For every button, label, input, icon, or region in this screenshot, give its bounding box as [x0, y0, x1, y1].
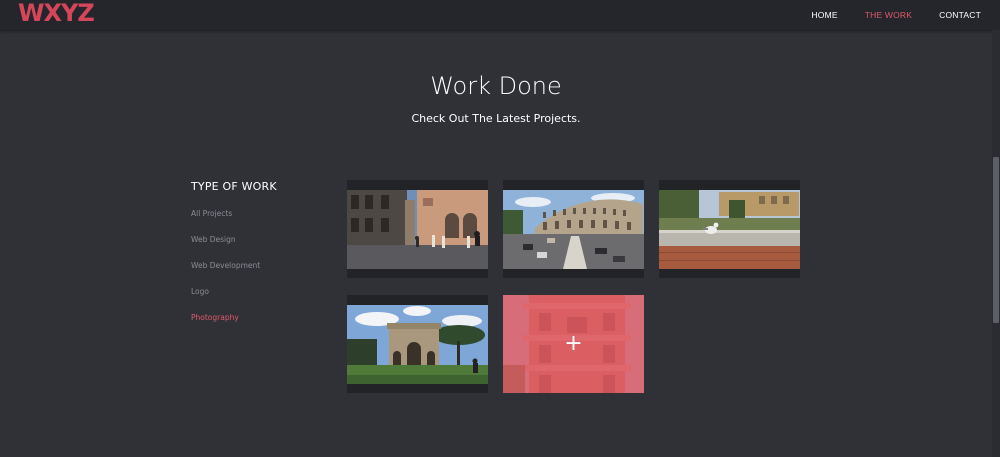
arch-of-constantine-photo [347, 305, 488, 384]
top-navbar: WXYZ HOME THE WORK CONTACT [0, 0, 1000, 30]
filter-list: All Projects Web Design Web Development … [191, 209, 260, 339]
gallery-item-arch[interactable] [347, 295, 488, 393]
nav-contact[interactable]: CONTACT [939, 10, 981, 20]
logo-text: WXYZ [18, 0, 95, 27]
page-title: Work Done [430, 72, 562, 100]
gallery-item-street-plaza[interactable] [347, 180, 488, 278]
filter-all-projects[interactable]: All Projects [191, 209, 260, 235]
plus-icon[interactable]: + [564, 333, 582, 355]
nav-home[interactable]: HOME [811, 10, 837, 20]
colosseum-photo [503, 190, 644, 269]
hover-overlay[interactable]: + [503, 295, 644, 393]
filter-logo[interactable]: Logo [191, 287, 260, 313]
gallery-item-colosseum[interactable] [503, 180, 644, 278]
filter-heading: TYPE OF WORK [191, 180, 277, 193]
main-nav: HOME THE WORK CONTACT [784, 0, 981, 30]
filter-web-development[interactable]: Web Development [191, 261, 260, 287]
street-plaza-photo [347, 190, 488, 269]
scrollbar-thumb[interactable] [993, 157, 999, 323]
site-logo[interactable]: WXYZ [18, 0, 95, 29]
filter-web-design[interactable]: Web Design [191, 235, 260, 261]
gallery-item-seagull[interactable] [659, 180, 800, 278]
seagull-on-wall-photo [659, 190, 800, 269]
page-subtitle: Check Out The Latest Projects. [411, 112, 581, 125]
gallery-item-building[interactable]: + [503, 295, 644, 393]
nav-the-work[interactable]: THE WORK [865, 10, 912, 20]
page-scrollbar[interactable] [992, 30, 1000, 457]
filter-photography[interactable]: Photography [191, 313, 260, 339]
